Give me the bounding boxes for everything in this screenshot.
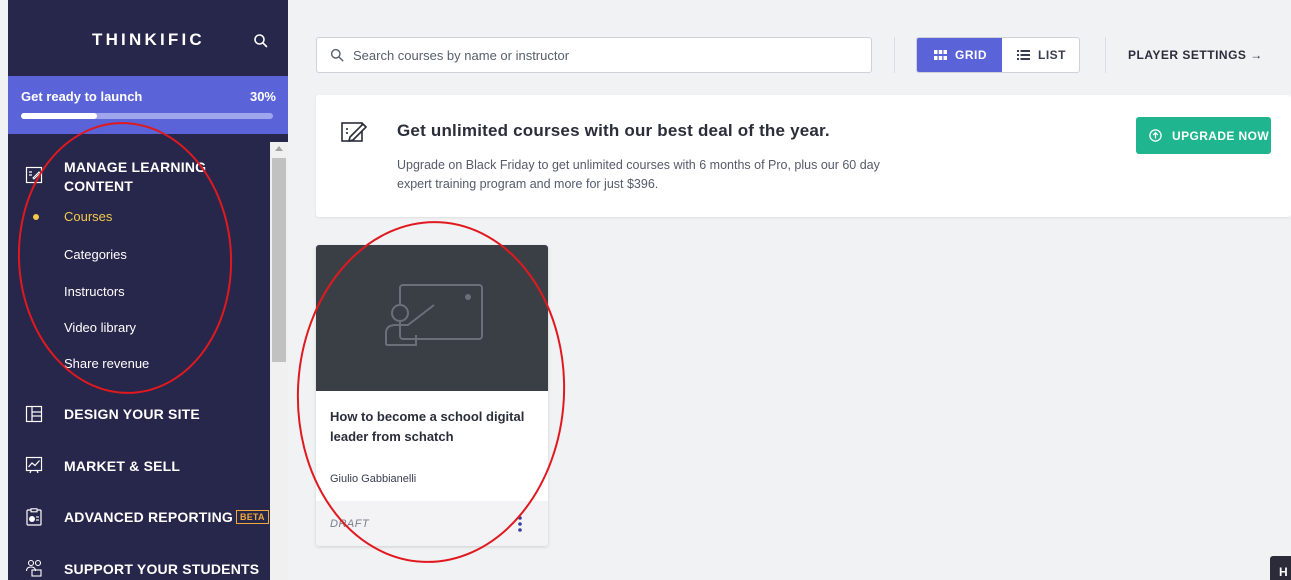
course-thumbnail[interactable] <box>316 245 548 391</box>
course-author: Giulio Gabbianelli <box>330 473 417 485</box>
chart-icon <box>25 456 43 474</box>
help-widget-tab[interactable]: H <box>1270 556 1291 580</box>
sidebar-item-support-your-students[interactable]: SUPPORT YOUR STUDENTS <box>64 560 259 579</box>
launch-progress-panel[interactable]: Get ready to launch 30% <box>8 76 288 134</box>
upgrade-banner: Get unlimited courses with our best deal… <box>316 95 1291 217</box>
view-toggle: GRID LIST <box>916 37 1080 73</box>
grid-icon <box>934 50 947 60</box>
sidebar: THINKIFIC Get ready to launch 30% MANAGE… <box>8 0 288 580</box>
sidebar-subitem-share-revenue[interactable]: Share revenue <box>64 356 149 372</box>
beta-badge: BETA <box>236 510 269 524</box>
sidebar-subitem-video-library[interactable]: Video library <box>64 320 136 336</box>
sidebar-item-advanced-reporting[interactable]: ADVANCED REPORTING BETA <box>64 508 269 527</box>
course-card-footer: DRAFT <box>316 501 548 546</box>
sidebar-scrollbar[interactable] <box>270 142 288 580</box>
course-title[interactable]: How to become a school digital leader fr… <box>330 407 540 447</box>
manage-content-icon <box>25 166 43 184</box>
active-indicator-dot <box>33 214 39 220</box>
search-placeholder: Search courses by name or instructor <box>353 48 570 63</box>
kebab-menu-icon[interactable] <box>515 515 525 533</box>
launch-progress-fill <box>21 113 97 119</box>
scroll-up-arrow[interactable] <box>275 146 283 151</box>
sidebar-item-manage-learning-content[interactable]: MANAGE LEARNING CONTENT <box>64 158 206 196</box>
layout-icon <box>25 405 43 423</box>
player-settings-link[interactable]: PLAYER SETTINGS → <box>1128 48 1263 62</box>
manage-label-line1: MANAGE LEARNING <box>64 159 207 175</box>
grid-label: GRID <box>955 48 987 62</box>
scrollbar-thumb[interactable] <box>272 158 286 362</box>
banner-title: Get unlimited courses with our best deal… <box>397 121 830 140</box>
grid-view-button[interactable]: GRID <box>917 38 1002 72</box>
list-view-button[interactable]: LIST <box>1002 38 1079 72</box>
launch-percent: 30% <box>249 89 276 104</box>
status-badge: DRAFT <box>330 518 370 530</box>
search-input[interactable]: Search courses by name or instructor <box>316 37 872 73</box>
launch-progress-bar <box>21 113 273 119</box>
toolbar-divider <box>894 37 895 73</box>
report-icon <box>26 508 42 526</box>
list-icon <box>1017 50 1030 60</box>
launch-label: Get ready to launch <box>21 89 143 104</box>
certificate-pen-icon <box>341 122 367 142</box>
brand-logo[interactable]: THINKIFIC <box>92 30 205 50</box>
search-icon <box>330 48 344 62</box>
sidebar-item-market-sell[interactable]: MARKET & SELL <box>64 457 180 476</box>
teaching-placeholder-icon <box>385 284 483 346</box>
upgrade-now-button[interactable]: UPGRADE NOW <box>1136 117 1271 154</box>
sidebar-subitem-courses[interactable]: Courses <box>64 209 112 225</box>
upgrade-now-label: UPGRADE NOW <box>1172 129 1270 143</box>
sidebar-item-design-your-site[interactable]: DESIGN YOUR SITE <box>64 405 200 424</box>
arrow-up-circle-icon <box>1149 129 1162 142</box>
list-label: LIST <box>1038 48 1066 62</box>
banner-body: Upgrade on Black Friday to get unlimited… <box>397 158 880 191</box>
sidebar-subitem-categories[interactable]: Categories <box>64 247 127 263</box>
manage-label-line2: CONTENT <box>64 178 134 194</box>
course-card[interactable]: How to become a school digital leader fr… <box>316 245 548 546</box>
brand-bar: THINKIFIC <box>8 0 288 76</box>
students-icon <box>25 559 42 577</box>
search-icon[interactable] <box>252 32 270 50</box>
advanced-reporting-label: ADVANCED REPORTING <box>64 509 234 525</box>
sidebar-subitem-instructors[interactable]: Instructors <box>64 284 125 300</box>
toolbar-divider <box>1105 37 1106 73</box>
